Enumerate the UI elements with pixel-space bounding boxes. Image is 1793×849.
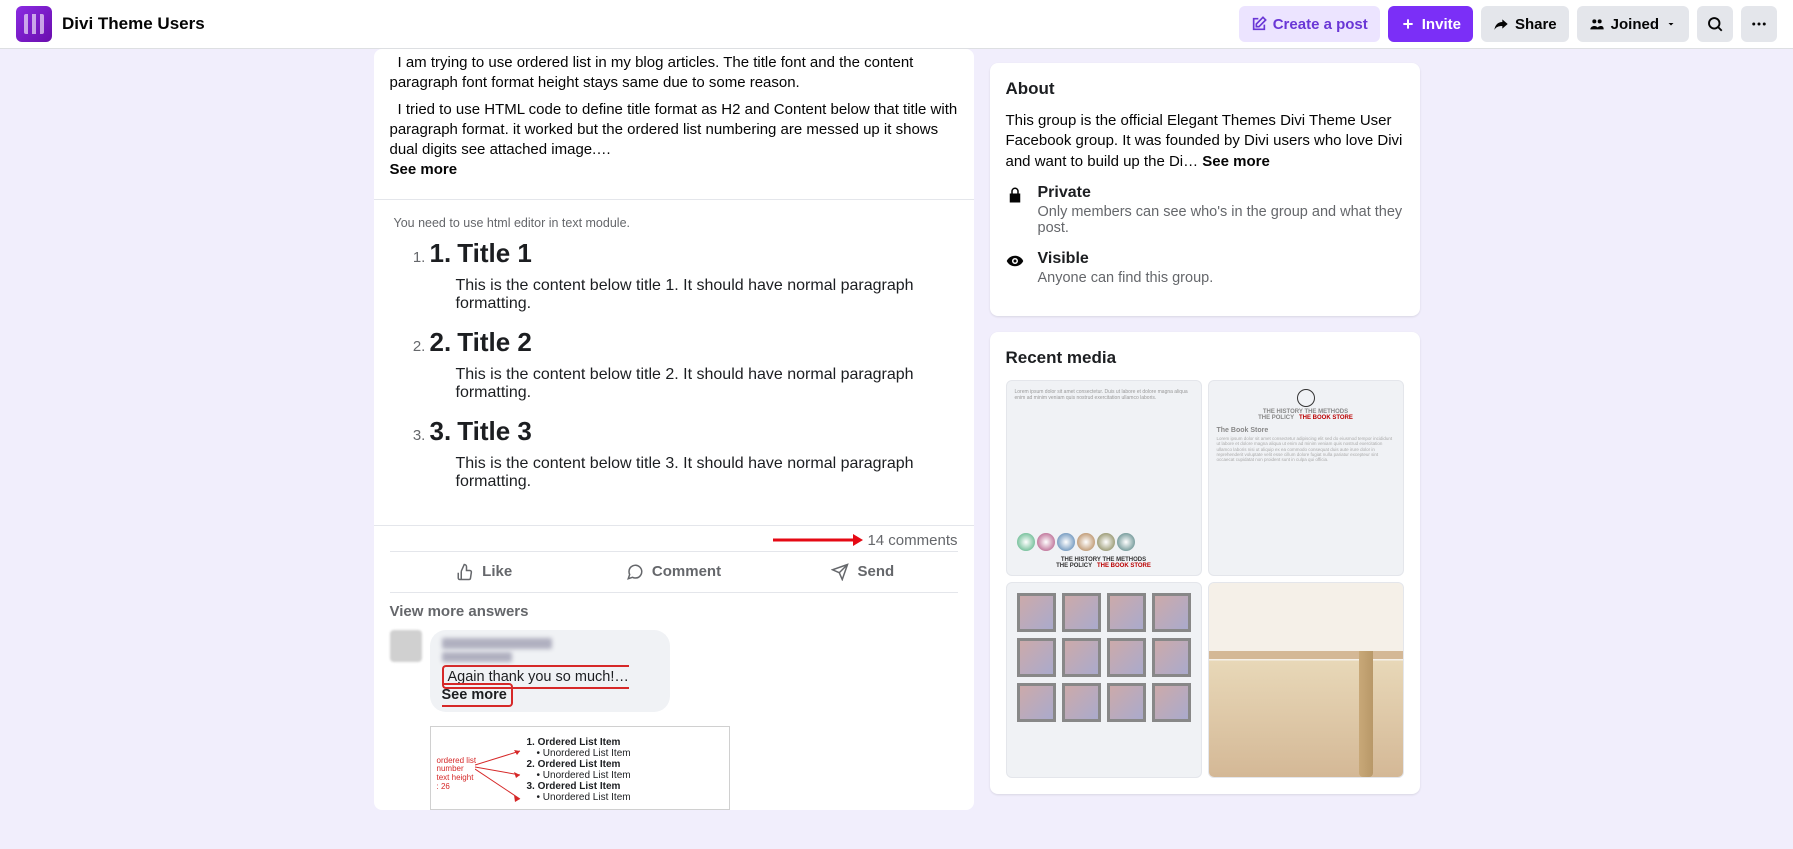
list-item: 1.Title 1 This is the content below titl… [430,238,958,313]
comment-attached-image[interactable]: ordered list number text height : 26 1. … [430,726,730,810]
joined-label: Joined [1611,16,1659,33]
list-item: 2.Title 2 This is the content below titl… [430,327,958,402]
post-card: I am trying to use ordered list in my bl… [374,49,974,810]
joined-button[interactable]: Joined [1577,6,1689,42]
media-thumbnail[interactable] [1208,582,1404,778]
create-post-button[interactable]: Create a post [1239,6,1380,42]
media-grid: Lorem ipsum dolor sit amet consectetur. … [1006,380,1404,778]
ordered-list-preview: 1.Title 1 This is the content below titl… [390,238,958,491]
lock-icon [1006,186,1026,209]
recent-media-heading: Recent media [1006,348,1404,368]
media-thumbnail[interactable]: Lorem ipsum dolor sit amet consectetur. … [1006,380,1202,576]
comment-button[interactable]: Comment [579,552,768,592]
dots-icon [1750,15,1768,33]
media-thumbnail[interactable]: THE HISTORY THE METHODSTHE POLICY THE BO… [1208,380,1404,576]
comment-row: Again thank you so much!… See more [374,626,974,720]
comment-text-highlighted: Again thank you so much!… See more [442,665,629,707]
comments-count[interactable]: 14 comments [867,532,957,549]
search-icon [1706,15,1724,33]
see-more-link[interactable]: See more [442,687,507,703]
annotation-label: ordered list number text height : 26 [437,757,477,792]
attachment-hint: You need to use html editor in text modu… [394,216,958,230]
send-button[interactable]: Send [768,552,957,592]
media-thumbnail[interactable] [1006,582,1202,778]
view-more-answers[interactable]: View more answers [374,593,974,626]
invite-button[interactable]: Invite [1388,6,1473,42]
commenter-name-redacted [442,638,552,649]
about-text: This group is the official Elegant Theme… [1006,111,1404,172]
visibility-row: Visible Anyone can find this group. [1006,250,1404,286]
about-heading: About [1006,79,1404,99]
list-item: 3.Title 3 This is the content below titl… [430,416,958,491]
invite-label: Invite [1422,16,1461,33]
like-icon [456,563,474,581]
post-attachment: You need to use html editor in text modu… [374,199,974,525]
plus-icon [1400,16,1416,32]
group-title[interactable]: Divi Theme Users [62,14,205,34]
comment-icon [626,563,644,581]
annotation-arrow-icon [773,532,863,548]
like-button[interactable]: Like [390,552,579,592]
group-logo[interactable] [16,6,52,42]
create-post-label: Create a post [1273,16,1368,33]
top-bar: Divi Theme Users Create a post Invite Sh… [0,0,1793,49]
commenter-sub-redacted [442,652,512,662]
post-paragraph: I tried to use HTML code to define title… [390,100,958,181]
recent-media-card: Recent media Lorem ipsum dolor sit amet … [990,332,1420,794]
post-body: I am trying to use ordered list in my bl… [374,49,974,199]
chevron-down-icon [1665,18,1677,30]
share-icon [1493,16,1509,32]
about-card: About This group is the official Elegant… [990,63,1420,316]
group-icon [1589,16,1605,32]
see-more-link[interactable]: See more [1202,153,1270,170]
edit-icon [1251,16,1267,32]
share-label: Share [1515,16,1557,33]
more-button[interactable] [1741,6,1777,42]
commenter-avatar[interactable] [390,630,422,662]
send-icon [831,563,849,581]
eye-icon [1006,252,1026,275]
search-button[interactable] [1697,6,1733,42]
post-actions: Like Comment Send [390,551,958,593]
annotation-arrows-icon [475,745,525,825]
see-more-link[interactable]: See more [390,161,458,178]
comment-bubble: Again thank you so much!… See more [430,630,670,712]
share-button[interactable]: Share [1481,6,1569,42]
comments-count-row: 14 comments [374,525,974,551]
post-paragraph: I am trying to use ordered list in my bl… [390,53,958,94]
privacy-row: Private Only members can see who's in th… [1006,184,1404,236]
